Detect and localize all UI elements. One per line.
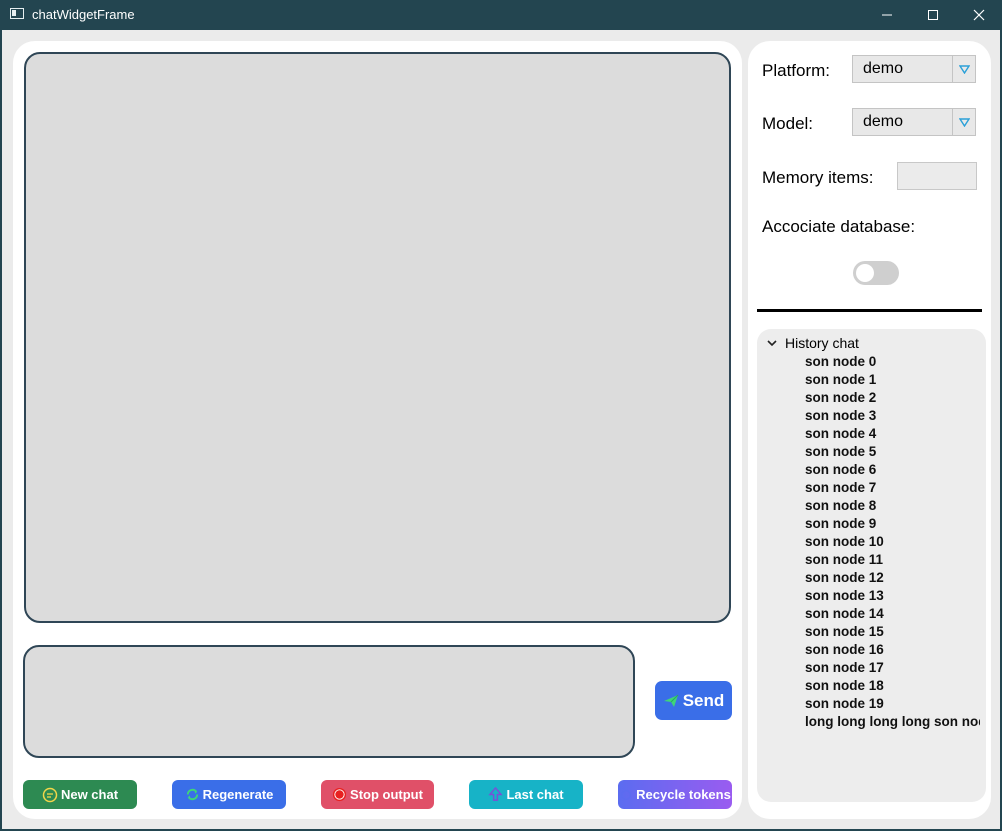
history-item[interactable]: long long long long son node (805, 713, 980, 731)
stop-output-label: Stop output (350, 787, 423, 802)
model-select[interactable]: demo (852, 108, 976, 136)
triangle-down-icon (958, 64, 970, 74)
refresh-icon (186, 788, 198, 801)
chevron-down-icon (767, 340, 777, 347)
associate-database-toggle[interactable] (853, 261, 899, 285)
platform-label: Platform: (762, 61, 831, 80)
history-item[interactable]: son node 6 (805, 461, 980, 479)
memory-items-input[interactable] (897, 162, 977, 190)
history-item[interactable]: son node 10 (805, 533, 980, 551)
close-button[interactable] (956, 0, 1002, 30)
history-item[interactable]: son node 19 (805, 695, 980, 713)
history-item[interactable]: son node 1 (805, 371, 980, 389)
history-item[interactable]: son node 11 (805, 551, 980, 569)
history-item[interactable]: son node 12 (805, 569, 980, 587)
up-arrow-icon (488, 787, 504, 801)
associate-database-label: Accociate database: (762, 217, 916, 236)
paper-plane-icon (663, 694, 679, 707)
chat-history-display[interactable] (24, 52, 731, 623)
model-label: Model: (762, 114, 814, 133)
platform-dropdown-button[interactable] (952, 56, 975, 82)
last-chat-button[interactable]: Last chat (469, 780, 583, 809)
triangle-down-icon (958, 117, 970, 127)
history-item[interactable]: son node 16 (805, 641, 980, 659)
history-item[interactable]: son node 18 (805, 677, 980, 695)
history-header-label: History chat (785, 335, 859, 351)
maximize-icon (928, 10, 938, 20)
recycle-tokens-label: Recycle tokens (636, 787, 731, 802)
history-item[interactable]: son node 17 (805, 659, 980, 677)
history-item[interactable]: son node 3 (805, 407, 980, 425)
send-label: Send (682, 690, 725, 710)
history-item[interactable]: son node 8 (805, 497, 980, 515)
history-items: son node 0 son node 1 son node 2 son node 3… (805, 353, 980, 731)
history-item[interactable]: son node 7 (805, 479, 980, 497)
stop-output-button[interactable]: Stop output (321, 780, 434, 809)
history-tree[interactable]: History chat son node 0 son node 1 son nod… (757, 329, 986, 802)
history-item[interactable]: son node 4 (805, 425, 980, 443)
minimize-icon (882, 14, 892, 16)
window-title: chatWidgetFrame (32, 7, 135, 22)
model-value: demo (863, 113, 904, 130)
history-item[interactable]: son node 15 (805, 623, 980, 641)
memory-items-label: Memory items: (762, 168, 874, 187)
history-item[interactable]: son node 2 (805, 389, 980, 407)
stop-icon (332, 787, 347, 802)
last-chat-label: Last chat (506, 787, 564, 802)
new-chat-label: New chat (60, 787, 119, 802)
close-icon (973, 9, 985, 21)
message-input[interactable] (23, 645, 635, 758)
maximize-button[interactable] (910, 0, 956, 30)
new-chat-button[interactable]: New chat (23, 780, 137, 809)
platform-value: demo (863, 60, 904, 77)
minimize-button[interactable] (864, 0, 910, 30)
section-divider (757, 309, 982, 312)
platform-select[interactable]: demo (852, 55, 976, 83)
send-button[interactable]: Send (655, 681, 732, 720)
app-icon (10, 8, 24, 19)
toggle-knob (856, 264, 874, 282)
new-chat-icon (42, 787, 58, 802)
regenerate-label: Regenerate (202, 787, 274, 802)
model-dropdown-button[interactable] (952, 109, 975, 135)
history-item[interactable]: son node 13 (805, 587, 980, 605)
history-item[interactable]: son node 9 (805, 515, 980, 533)
title-bar[interactable]: chatWidgetFrame (0, 0, 1002, 30)
history-item[interactable]: son node 0 (805, 353, 980, 371)
recycle-tokens-button[interactable]: Recycle tokens (618, 780, 732, 809)
regenerate-button[interactable]: Regenerate (172, 780, 286, 809)
history-item[interactable]: son node 5 (805, 443, 980, 461)
history-item[interactable]: son node 14 (805, 605, 980, 623)
recycle-icon (621, 789, 632, 800)
